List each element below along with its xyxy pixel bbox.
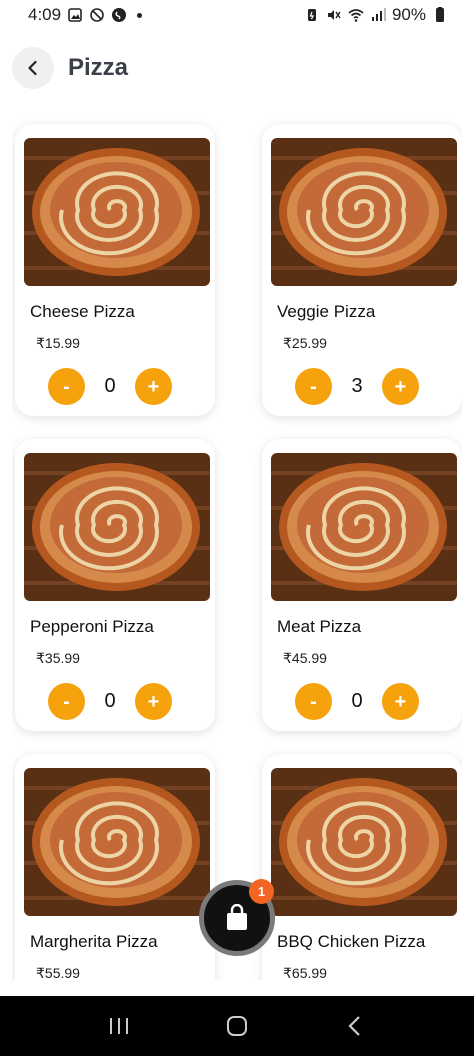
wifi-icon (348, 7, 364, 23)
product-name: Veggie Pizza (277, 302, 376, 321)
quantity-value: 0 (104, 690, 116, 712)
home-icon (227, 1016, 247, 1036)
product-card[interactable]: BBQ Chicken Pizza ₹65.99 (262, 754, 462, 980)
decrease-quantity-button[interactable]: - (48, 683, 85, 720)
gallery-icon (67, 7, 83, 23)
chevron-left-icon (28, 60, 37, 76)
product-card[interactable]: Veggie Pizza ₹25.99 - 3 + (262, 124, 462, 416)
pizza-image (24, 138, 210, 286)
status-bar: 4:09 90% (0, 0, 474, 30)
notification-dot (137, 12, 143, 18)
product-name: Meat Pizza (277, 617, 362, 636)
product-price: ₹25.99 (283, 335, 327, 351)
system-nav-bar (0, 996, 474, 1056)
back-arrow-icon (348, 1016, 360, 1036)
back-nav-button[interactable] (335, 1006, 375, 1046)
product-name: Margherita Pizza (30, 932, 158, 951)
decrease-quantity-button[interactable]: - (295, 368, 332, 405)
home-button[interactable] (217, 1006, 257, 1046)
page-title: Pizza (68, 54, 129, 81)
product-price: ₹35.99 (36, 650, 80, 666)
pizza-image (24, 768, 210, 916)
increase-quantity-button[interactable]: + (135, 368, 172, 405)
app-header: Pizza (0, 38, 474, 98)
battery-icon (432, 7, 448, 23)
status-time: 4:09 (28, 5, 62, 24)
mute-icon (326, 7, 342, 23)
pizza-image (271, 453, 457, 601)
increase-quantity-button[interactable]: + (382, 683, 419, 720)
quantity-value: 0 (104, 375, 116, 397)
cart-count-badge: 1 (249, 879, 274, 904)
blocked-camera-icon (89, 7, 105, 23)
product-card[interactable]: Meat Pizza ₹45.99 - 0 + (262, 439, 462, 731)
signal-icon (370, 7, 386, 23)
product-price: ₹15.99 (36, 335, 80, 351)
shopping-bag-icon (227, 904, 247, 930)
product-price: ₹65.99 (283, 965, 327, 980)
product-card[interactable]: Margherita Pizza ₹55.99 (15, 754, 215, 980)
status-left: 4:09 (28, 5, 143, 25)
quantity-value: 3 (351, 375, 363, 397)
product-price: ₹55.99 (36, 965, 80, 980)
pizza-image (271, 138, 457, 286)
product-name: Pepperoni Pizza (30, 617, 154, 636)
recent-apps-button[interactable] (99, 1006, 139, 1046)
shazam-icon (111, 7, 127, 23)
pizza-image (24, 453, 210, 601)
battery-saver-icon (304, 7, 320, 23)
decrease-quantity-button[interactable]: - (295, 683, 332, 720)
quantity-value: 0 (351, 690, 363, 712)
product-name: Cheese Pizza (30, 302, 135, 321)
product-price: ₹45.99 (283, 650, 327, 666)
battery-percent: 90% (391, 5, 426, 24)
increase-quantity-button[interactable]: + (382, 368, 419, 405)
increase-quantity-button[interactable]: + (135, 683, 172, 720)
product-name: BBQ Chicken Pizza (277, 932, 426, 951)
product-card[interactable]: Pepperoni Pizza ₹35.99 - 0 + (15, 439, 215, 731)
product-grid[interactable]: Cheese Pizza ₹15.99 - 0 + Veggie Pizza ₹… (12, 118, 462, 980)
pizza-image (271, 768, 457, 916)
back-button[interactable] (12, 47, 54, 89)
recent-apps-icon (110, 1018, 128, 1034)
product-card[interactable]: Cheese Pizza ₹15.99 - 0 + (15, 124, 215, 416)
decrease-quantity-button[interactable]: - (48, 368, 85, 405)
status-right: 90% (304, 5, 448, 25)
